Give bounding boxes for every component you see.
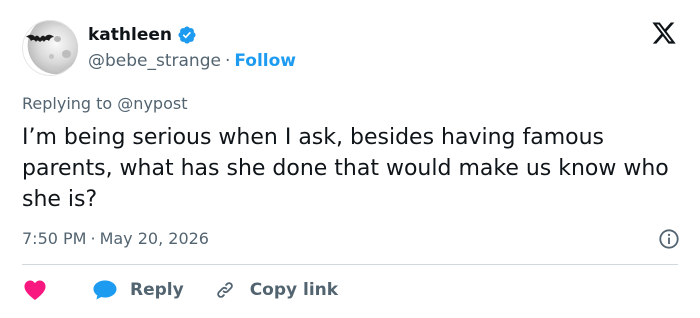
reply-label: Reply xyxy=(130,280,184,300)
replying-to: Replying to @nypost xyxy=(22,94,187,114)
link-icon xyxy=(216,282,233,298)
author-handle[interactable]: @bebe_strange xyxy=(88,51,221,71)
replying-mention[interactable]: @nypost xyxy=(117,94,187,113)
tweet-header: kathleen @bebe_strange · Follow xyxy=(22,20,296,76)
info-icon[interactable] xyxy=(658,228,680,250)
like-button[interactable] xyxy=(22,279,92,301)
verified-badge-icon xyxy=(178,25,196,44)
separator-dot: · xyxy=(224,50,231,71)
moon-crater xyxy=(54,36,61,42)
action-bar: Reply Copy link xyxy=(22,276,338,304)
avatar[interactable] xyxy=(22,20,78,76)
tweet-text: I’m being serious when I ask, besides ha… xyxy=(22,125,676,212)
tweet-card: kathleen @bebe_strange · Follow Replying t… xyxy=(0,0,700,318)
divider xyxy=(22,264,678,265)
reply-button[interactable]: Reply xyxy=(92,279,214,301)
moon-crater xyxy=(49,54,54,59)
copy-link-button[interactable]: Copy link xyxy=(214,279,338,301)
reply-bubble-icon xyxy=(93,280,117,300)
follow-button[interactable]: Follow xyxy=(234,51,296,71)
heart-icon xyxy=(24,280,46,300)
display-name-row: kathleen xyxy=(88,24,296,46)
separator-dot: · xyxy=(90,229,96,248)
bat-icon xyxy=(26,34,54,42)
x-logo-icon[interactable] xyxy=(650,20,678,46)
author-names: kathleen @bebe_strange · Follow xyxy=(88,24,296,73)
tweet-time: 7:50 PM xyxy=(22,229,87,248)
replying-prefix: Replying to xyxy=(22,94,113,113)
handle-row: @bebe_strange · Follow xyxy=(88,49,296,73)
tweet-timestamp[interactable]: 7:50 PM · May 20, 2026 xyxy=(22,228,209,250)
copy-link-label: Copy link xyxy=(249,280,339,300)
tweet-date: May 20, 2026 xyxy=(99,229,209,248)
moon-crater xyxy=(62,50,71,58)
display-name[interactable]: kathleen xyxy=(88,24,172,46)
